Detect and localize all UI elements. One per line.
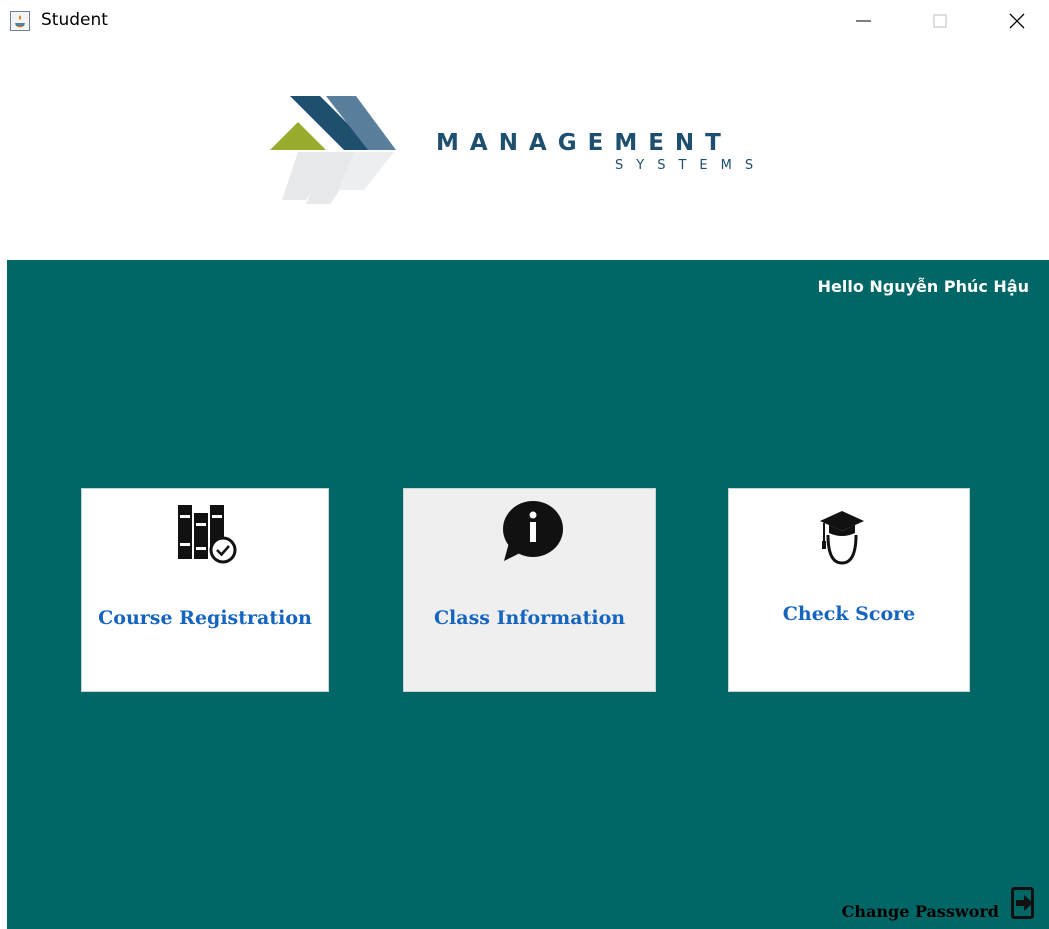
change-password-link[interactable]: Change Password [842,902,999,921]
main-panel: Hello Nguyễn Phúc Hậu Course Registratio… [7,260,1049,929]
maximize-button[interactable] [917,0,963,42]
graduate-cap-icon [819,509,865,571]
logout-icon[interactable] [1011,887,1037,919]
close-icon [1009,13,1025,29]
java-app-icon [10,11,30,31]
brand-name: MANAGEMENT [436,130,732,156]
greeting-text: Hello Nguyễn Phúc Hậu [817,277,1029,296]
maximize-icon [933,14,947,28]
books-check-icon [176,503,238,569]
info-speech-bubble-icon [498,499,564,567]
brand-subtitle: SYSTEMS [615,158,767,173]
check-score-button[interactable]: Check Score [728,488,970,692]
title-bar: Student [0,0,1049,42]
close-button[interactable] [994,0,1040,42]
check-score-label: Check Score [782,603,916,625]
course-registration-button[interactable]: Course Registration [81,488,329,692]
management-systems-logo [268,92,408,210]
minimize-button[interactable] [840,0,886,42]
window-title: Student [41,10,108,30]
course-registration-label: Course Registration [98,607,312,629]
class-information-button[interactable]: Class Information [403,488,656,692]
class-information-label: Class Information [433,607,626,629]
minimize-icon [856,20,871,22]
